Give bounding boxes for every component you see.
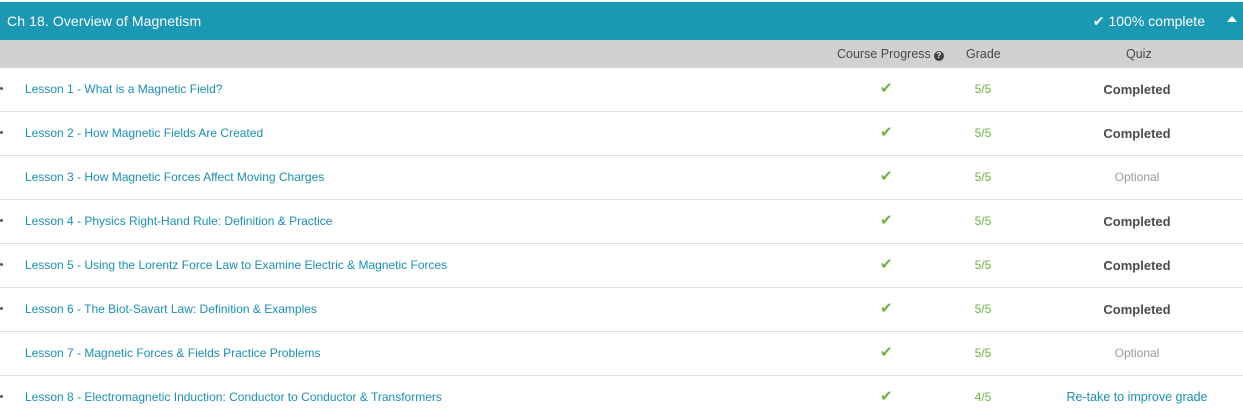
quiz-status: Optional xyxy=(1114,346,1160,360)
chapter-panel: Ch 18. Overview of Magnetism ✔ 100% comp… xyxy=(0,0,1243,409)
progress-check-icon: ✔ xyxy=(880,212,893,229)
quiz-status: Completed xyxy=(1103,258,1171,273)
lesson-row: Lesson 3 - How Magnetic Forces Affect Mo… xyxy=(0,156,1243,200)
quiz-status: Completed xyxy=(1103,302,1171,317)
lesson-grade: 5/5 xyxy=(974,302,992,316)
lesson-row: Lesson 2 - How Magnetic Fields Are Creat… xyxy=(0,112,1243,156)
lesson-link[interactable]: Lesson 8 - Electromagnetic Induction: Co… xyxy=(25,376,442,409)
progress-check-icon: ✔ xyxy=(880,256,893,273)
help-icon[interactable]: ? xyxy=(933,51,944,61)
completion-status: ✔ 100% complete xyxy=(1093,2,1205,40)
quiz-status: Completed xyxy=(1103,214,1171,229)
progress-check-icon: ✔ xyxy=(880,168,893,185)
bullet-icon xyxy=(0,395,3,398)
lesson-link[interactable]: Lesson 1 - What is a Magnetic Field? xyxy=(25,68,222,111)
completion-label: 100% complete xyxy=(1108,13,1205,29)
lesson-grade: 5/5 xyxy=(974,214,992,228)
lesson-row: Lesson 8 - Electromagnetic Induction: Co… xyxy=(0,376,1243,409)
column-header-progress: Course Progress? xyxy=(837,40,944,68)
checkmark-icon: ✔ xyxy=(1092,12,1105,29)
lesson-grade: 5/5 xyxy=(974,258,992,272)
lesson-row: Lesson 4 - Physics Right-Hand Rule: Defi… xyxy=(0,200,1243,244)
progress-check-icon: ✔ xyxy=(880,124,893,141)
progress-check-icon: ✔ xyxy=(880,344,893,361)
bullet-icon xyxy=(0,87,3,90)
chapter-title[interactable]: Ch 18. Overview of Magnetism xyxy=(7,13,201,29)
progress-check-icon: ✔ xyxy=(880,300,893,317)
bullet-icon xyxy=(0,307,3,310)
column-header-progress-label: Course Progress xyxy=(837,47,931,61)
lesson-row: Lesson 6 - The Biot-Savart Law: Definiti… xyxy=(0,288,1243,332)
lesson-list: Lesson 1 - What is a Magnetic Field? ✔ 5/5… xyxy=(0,68,1243,409)
column-header-grade: Grade xyxy=(966,47,1001,61)
lesson-grade: 4/5 xyxy=(974,390,992,404)
quiz-status: Completed xyxy=(1103,126,1171,141)
lesson-row: Lesson 7 - Magnetic Forces & Fields Prac… xyxy=(0,332,1243,376)
lesson-link[interactable]: Lesson 7 - Magnetic Forces & Fields Prac… xyxy=(25,332,320,375)
lesson-link[interactable]: Lesson 2 - How Magnetic Fields Are Creat… xyxy=(25,112,263,155)
retake-quiz-link[interactable]: Re-take to improve grade xyxy=(1037,376,1237,409)
bullet-icon xyxy=(0,219,3,222)
bullet-icon xyxy=(0,131,3,134)
lesson-row: Lesson 1 - What is a Magnetic Field? ✔ 5/5… xyxy=(0,68,1243,112)
quiz-status: Completed xyxy=(1103,82,1171,97)
quiz-status: Optional xyxy=(1114,170,1160,184)
lesson-grade: 5/5 xyxy=(974,346,992,360)
progress-check-icon: ✔ xyxy=(880,80,893,97)
lesson-grade: 5/5 xyxy=(974,126,992,140)
lesson-grade: 5/5 xyxy=(974,170,992,184)
column-header-quiz: Quiz xyxy=(1126,47,1152,61)
lesson-grade: 5/5 xyxy=(974,82,992,96)
column-header-row: Course Progress? Grade Quiz xyxy=(0,40,1243,68)
lesson-row: Lesson 5 - Using the Lorentz Force Law t… xyxy=(0,244,1243,288)
progress-check-icon: ✔ xyxy=(880,388,893,405)
bullet-icon xyxy=(0,263,3,266)
lesson-link[interactable]: Lesson 4 - Physics Right-Hand Rule: Defi… xyxy=(25,200,332,243)
lesson-link[interactable]: Lesson 5 - Using the Lorentz Force Law t… xyxy=(25,244,447,287)
chapter-header[interactable]: Ch 18. Overview of Magnetism ✔ 100% comp… xyxy=(0,2,1243,40)
collapse-caret-icon[interactable] xyxy=(1227,16,1237,22)
lesson-link[interactable]: Lesson 3 - How Magnetic Forces Affect Mo… xyxy=(25,156,324,199)
lesson-link[interactable]: Lesson 6 - The Biot-Savart Law: Definiti… xyxy=(25,288,317,331)
